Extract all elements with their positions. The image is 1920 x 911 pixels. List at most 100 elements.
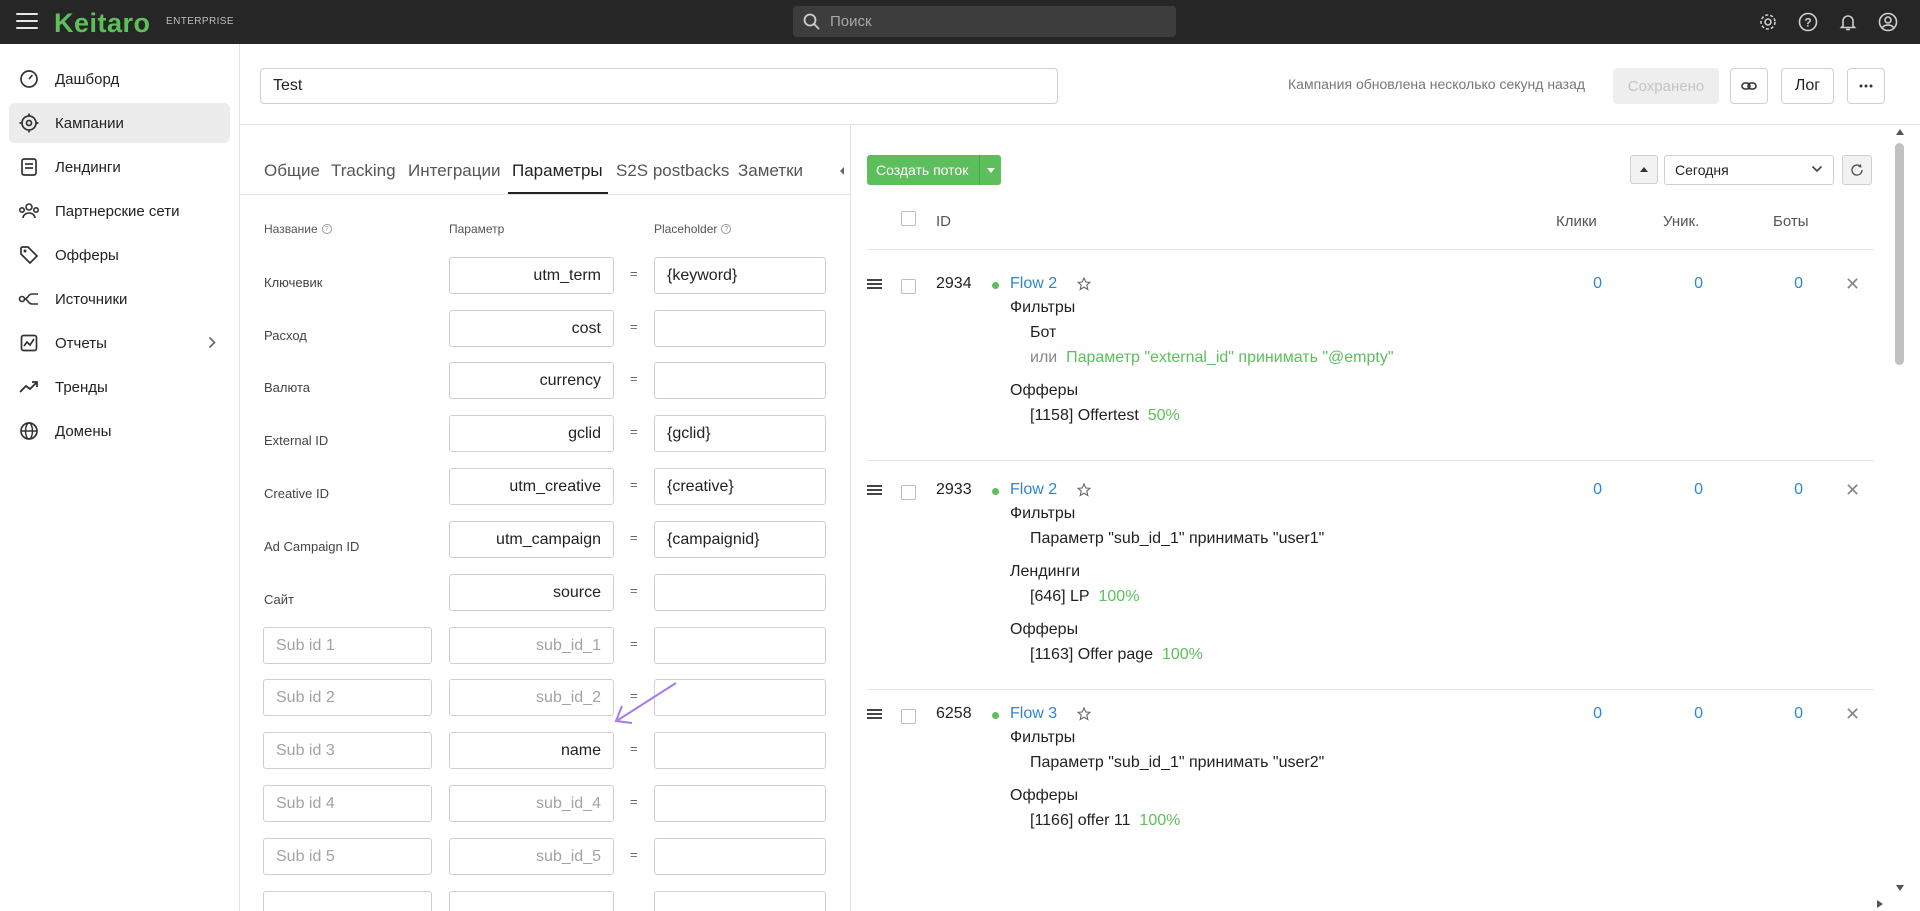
- param-input[interactable]: cost: [449, 310, 614, 347]
- help-icon[interactable]: ?: [321, 224, 332, 234]
- chevron-left-icon[interactable]: [838, 165, 846, 177]
- settings-icon[interactable]: [1756, 10, 1780, 34]
- param-input[interactable]: sub_id_2: [449, 679, 614, 716]
- unique-value[interactable]: 0: [1673, 705, 1703, 723]
- name-header-label: Название: [264, 222, 318, 236]
- param-input[interactable]: source: [449, 574, 614, 611]
- flow-checkbox[interactable]: [901, 485, 916, 500]
- flow-name-link[interactable]: Flow 3: [1010, 705, 1057, 723]
- param-input[interactable]: currency: [449, 362, 614, 399]
- star-icon[interactable]: [1077, 483, 1091, 497]
- brand-logo[interactable]: Keitaro: [54, 8, 151, 39]
- placeholder-input[interactable]: {gclid}: [654, 415, 826, 452]
- param-input[interactable]: sub_id_5: [449, 838, 614, 875]
- bots-value[interactable]: 0: [1773, 705, 1803, 723]
- tab-notes[interactable]: Заметки: [738, 161, 803, 181]
- copy-link-button[interactable]: [1730, 68, 1768, 104]
- tab-tracking[interactable]: Tracking: [331, 161, 396, 181]
- sidebar-item-trends[interactable]: Тренды: [9, 367, 230, 407]
- close-icon[interactable]: ✕: [1845, 480, 1860, 501]
- menu-icon[interactable]: [16, 13, 38, 31]
- param-input[interactable]: utm_creative: [449, 468, 614, 505]
- create-flow-button[interactable]: Создать поток: [867, 155, 1001, 185]
- param-input[interactable]: name: [449, 732, 614, 769]
- placeholder-input[interactable]: [654, 785, 826, 822]
- placeholder-input[interactable]: [654, 362, 826, 399]
- drag-handle-icon[interactable]: [867, 279, 882, 291]
- help-icon[interactable]: ?: [721, 224, 732, 234]
- clicks-value[interactable]: 0: [1572, 705, 1602, 723]
- sidebar-item-landings[interactable]: Лендинги: [9, 147, 230, 187]
- clicks-value[interactable]: 0: [1572, 275, 1602, 293]
- date-range-select[interactable]: Сегодня: [1664, 155, 1834, 185]
- clicks-value[interactable]: 0: [1572, 481, 1602, 499]
- placeholder-input[interactable]: {creative}: [654, 468, 826, 505]
- placeholder-input[interactable]: [654, 574, 826, 611]
- param-input[interactable]: utm_term: [449, 257, 614, 294]
- sub-id-name-input[interactable]: Sub id 2: [263, 679, 432, 716]
- log-button[interactable]: Лог: [1781, 68, 1834, 104]
- sidebar-item-dashboard[interactable]: Дашборд: [9, 59, 230, 99]
- scroll-down-icon[interactable]: [1896, 885, 1904, 891]
- unique-value[interactable]: 0: [1673, 275, 1703, 293]
- param-input[interactable]: sub_id_4: [449, 785, 614, 822]
- drag-handle-icon[interactable]: [867, 485, 882, 497]
- star-icon[interactable]: [1077, 277, 1091, 291]
- scrollbar-thumb[interactable]: [1895, 143, 1904, 365]
- placeholder-input[interactable]: {keyword}: [654, 257, 826, 294]
- drag-handle-icon[interactable]: [867, 709, 882, 721]
- search-input[interactable]: [830, 13, 1150, 30]
- param-input[interactable]: gclid: [449, 415, 614, 452]
- bots-value[interactable]: 0: [1773, 275, 1803, 293]
- unique-column-header[interactable]: Уник.: [1663, 213, 1699, 230]
- clicks-column-header[interactable]: Клики: [1556, 213, 1597, 230]
- sidebar-item-sources[interactable]: Источники: [9, 279, 230, 319]
- sub-id-name-input[interactable]: Sub id 4: [263, 785, 432, 822]
- flow-name-link[interactable]: Flow 2: [1010, 275, 1057, 293]
- placeholder-input[interactable]: [654, 310, 826, 347]
- sidebar-item-reports[interactable]: Отчеты: [9, 323, 230, 363]
- campaign-name-input[interactable]: [260, 68, 1058, 104]
- scroll-right-icon[interactable]: [1877, 900, 1883, 908]
- flow-name-link[interactable]: Flow 2: [1010, 481, 1057, 499]
- bots-value[interactable]: 0: [1773, 481, 1803, 499]
- tab-s2s-postbacks[interactable]: S2S postbacks: [616, 161, 729, 181]
- sub-id-name-input[interactable]: Sub id 3: [263, 732, 432, 769]
- param-input[interactable]: sub_id_1: [449, 627, 614, 664]
- more-button[interactable]: [1847, 68, 1885, 104]
- sidebar-item-domains[interactable]: Домены: [9, 411, 230, 451]
- account-icon[interactable]: [1876, 10, 1900, 34]
- refresh-button[interactable]: [1842, 155, 1872, 185]
- search-box[interactable]: [793, 6, 1176, 37]
- sub-id-name-input[interactable]: Sub id 1: [263, 627, 432, 664]
- close-icon[interactable]: ✕: [1845, 274, 1860, 295]
- bell-icon[interactable]: [1836, 10, 1860, 34]
- unique-value[interactable]: 0: [1673, 481, 1703, 499]
- sub-id-name-input[interactable]: Sub id 5: [263, 838, 432, 875]
- flow-checkbox[interactable]: [901, 279, 916, 294]
- flow-checkbox[interactable]: [901, 709, 916, 724]
- save-button[interactable]: Сохранено: [1613, 68, 1719, 104]
- sidebar-item-offers[interactable]: Офферы: [9, 235, 230, 275]
- tab-general[interactable]: Общие: [264, 161, 320, 181]
- scroll-up-icon[interactable]: [1896, 129, 1904, 135]
- placeholder-input[interactable]: [654, 627, 826, 664]
- select-all-checkbox[interactable]: [901, 211, 916, 226]
- param-input[interactable]: utm_campaign: [449, 521, 614, 558]
- id-column-header[interactable]: ID: [936, 213, 951, 230]
- landings-title: Лендинги: [1010, 563, 1081, 580]
- close-icon[interactable]: ✕: [1845, 704, 1860, 725]
- collapse-button[interactable]: [1630, 155, 1658, 184]
- sidebar-item-affiliate-networks[interactable]: Партнерские сети: [9, 191, 230, 231]
- bots-column-header[interactable]: Боты: [1773, 213, 1809, 230]
- tab-parameters[interactable]: Параметры: [512, 161, 603, 181]
- placeholder-input[interactable]: [654, 838, 826, 875]
- caret-down-icon[interactable]: [980, 167, 1001, 173]
- star-icon[interactable]: [1077, 707, 1091, 721]
- placeholder-input[interactable]: {campaignid}: [654, 521, 826, 558]
- equals-sign: =: [630, 583, 638, 598]
- horizontal-scrollbar[interactable]: [240, 896, 1920, 911]
- help-icon[interactable]: ?: [1796, 10, 1820, 34]
- tab-integrations[interactable]: Интеграции: [408, 161, 501, 181]
- sidebar-item-campaigns[interactable]: Кампании: [9, 103, 230, 143]
